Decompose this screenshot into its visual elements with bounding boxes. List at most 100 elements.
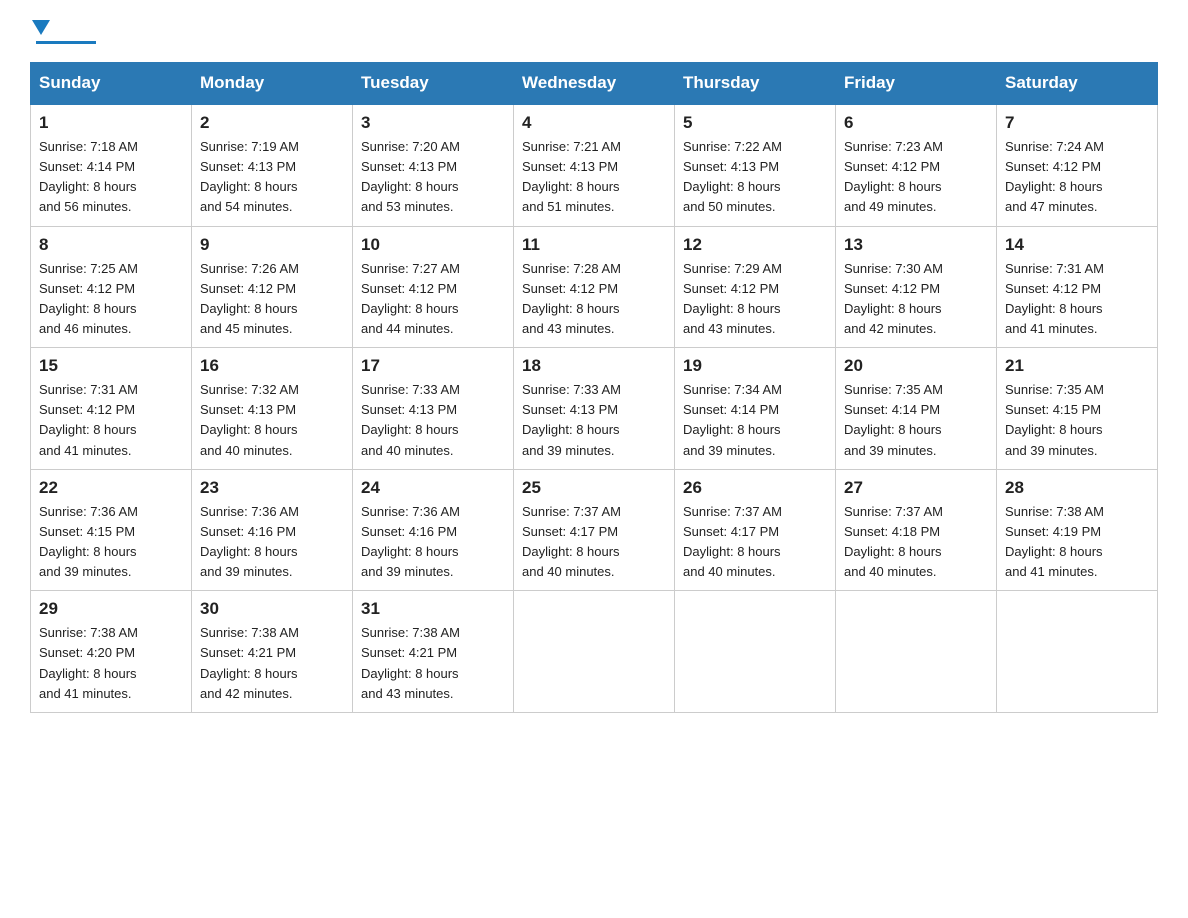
- day-number: 30: [200, 599, 344, 619]
- day-number: 21: [1005, 356, 1149, 376]
- calendar-day: 4 Sunrise: 7:21 AM Sunset: 4:13 PM Dayli…: [514, 104, 675, 226]
- day-number: 20: [844, 356, 988, 376]
- calendar-day: 20 Sunrise: 7:35 AM Sunset: 4:14 PM Dayl…: [836, 348, 997, 470]
- calendar-day: 3 Sunrise: 7:20 AM Sunset: 4:13 PM Dayli…: [353, 104, 514, 226]
- calendar-table: Sunday Monday Tuesday Wednesday Thursday…: [30, 62, 1158, 713]
- calendar-day: 24 Sunrise: 7:36 AM Sunset: 4:16 PM Dayl…: [353, 469, 514, 591]
- sun-info: Sunrise: 7:38 AM Sunset: 4:21 PM Dayligh…: [200, 623, 344, 704]
- calendar-day: 13 Sunrise: 7:30 AM Sunset: 4:12 PM Dayl…: [836, 226, 997, 348]
- logo-triangle-icon: [32, 20, 50, 40]
- day-number: 24: [361, 478, 505, 498]
- sun-info: Sunrise: 7:19 AM Sunset: 4:13 PM Dayligh…: [200, 137, 344, 218]
- day-number: 7: [1005, 113, 1149, 133]
- day-number: 19: [683, 356, 827, 376]
- sun-info: Sunrise: 7:26 AM Sunset: 4:12 PM Dayligh…: [200, 259, 344, 340]
- sun-info: Sunrise: 7:35 AM Sunset: 4:14 PM Dayligh…: [844, 380, 988, 461]
- day-number: 28: [1005, 478, 1149, 498]
- sun-info: Sunrise: 7:22 AM Sunset: 4:13 PM Dayligh…: [683, 137, 827, 218]
- sun-info: Sunrise: 7:36 AM Sunset: 4:16 PM Dayligh…: [361, 502, 505, 583]
- day-number: 13: [844, 235, 988, 255]
- calendar-day: [675, 591, 836, 713]
- calendar-day: 17 Sunrise: 7:33 AM Sunset: 4:13 PM Dayl…: [353, 348, 514, 470]
- calendar-day: 6 Sunrise: 7:23 AM Sunset: 4:12 PM Dayli…: [836, 104, 997, 226]
- col-saturday: Saturday: [997, 63, 1158, 105]
- col-thursday: Thursday: [675, 63, 836, 105]
- day-number: 17: [361, 356, 505, 376]
- calendar-day: 18 Sunrise: 7:33 AM Sunset: 4:13 PM Dayl…: [514, 348, 675, 470]
- calendar-day: 2 Sunrise: 7:19 AM Sunset: 4:13 PM Dayli…: [192, 104, 353, 226]
- sun-info: Sunrise: 7:37 AM Sunset: 4:17 PM Dayligh…: [683, 502, 827, 583]
- calendar-week-3: 15 Sunrise: 7:31 AM Sunset: 4:12 PM Dayl…: [31, 348, 1158, 470]
- calendar-day: 9 Sunrise: 7:26 AM Sunset: 4:12 PM Dayli…: [192, 226, 353, 348]
- sun-info: Sunrise: 7:23 AM Sunset: 4:12 PM Dayligh…: [844, 137, 988, 218]
- calendar-day: 11 Sunrise: 7:28 AM Sunset: 4:12 PM Dayl…: [514, 226, 675, 348]
- day-number: 27: [844, 478, 988, 498]
- sun-info: Sunrise: 7:28 AM Sunset: 4:12 PM Dayligh…: [522, 259, 666, 340]
- sun-info: Sunrise: 7:24 AM Sunset: 4:12 PM Dayligh…: [1005, 137, 1149, 218]
- calendar-day: 19 Sunrise: 7:34 AM Sunset: 4:14 PM Dayl…: [675, 348, 836, 470]
- sun-info: Sunrise: 7:37 AM Sunset: 4:17 PM Dayligh…: [522, 502, 666, 583]
- calendar-day: 30 Sunrise: 7:38 AM Sunset: 4:21 PM Dayl…: [192, 591, 353, 713]
- calendar-week-4: 22 Sunrise: 7:36 AM Sunset: 4:15 PM Dayl…: [31, 469, 1158, 591]
- day-number: 3: [361, 113, 505, 133]
- day-number: 1: [39, 113, 183, 133]
- day-number: 8: [39, 235, 183, 255]
- calendar-day: 29 Sunrise: 7:38 AM Sunset: 4:20 PM Dayl…: [31, 591, 192, 713]
- day-number: 15: [39, 356, 183, 376]
- sun-info: Sunrise: 7:20 AM Sunset: 4:13 PM Dayligh…: [361, 137, 505, 218]
- sun-info: Sunrise: 7:21 AM Sunset: 4:13 PM Dayligh…: [522, 137, 666, 218]
- calendar-day: 28 Sunrise: 7:38 AM Sunset: 4:19 PM Dayl…: [997, 469, 1158, 591]
- col-wednesday: Wednesday: [514, 63, 675, 105]
- sun-info: Sunrise: 7:38 AM Sunset: 4:19 PM Dayligh…: [1005, 502, 1149, 583]
- calendar-day: 22 Sunrise: 7:36 AM Sunset: 4:15 PM Dayl…: [31, 469, 192, 591]
- calendar-day: 16 Sunrise: 7:32 AM Sunset: 4:13 PM Dayl…: [192, 348, 353, 470]
- sun-info: Sunrise: 7:32 AM Sunset: 4:13 PM Dayligh…: [200, 380, 344, 461]
- sun-info: Sunrise: 7:33 AM Sunset: 4:13 PM Dayligh…: [361, 380, 505, 461]
- sun-info: Sunrise: 7:18 AM Sunset: 4:14 PM Dayligh…: [39, 137, 183, 218]
- day-number: 5: [683, 113, 827, 133]
- calendar-day: 8 Sunrise: 7:25 AM Sunset: 4:12 PM Dayli…: [31, 226, 192, 348]
- sun-info: Sunrise: 7:36 AM Sunset: 4:16 PM Dayligh…: [200, 502, 344, 583]
- day-number: 2: [200, 113, 344, 133]
- sun-info: Sunrise: 7:27 AM Sunset: 4:12 PM Dayligh…: [361, 259, 505, 340]
- day-number: 6: [844, 113, 988, 133]
- sun-info: Sunrise: 7:31 AM Sunset: 4:12 PM Dayligh…: [1005, 259, 1149, 340]
- day-number: 9: [200, 235, 344, 255]
- calendar-week-2: 8 Sunrise: 7:25 AM Sunset: 4:12 PM Dayli…: [31, 226, 1158, 348]
- sun-info: Sunrise: 7:29 AM Sunset: 4:12 PM Dayligh…: [683, 259, 827, 340]
- calendar-day: 12 Sunrise: 7:29 AM Sunset: 4:12 PM Dayl…: [675, 226, 836, 348]
- calendar-day: 26 Sunrise: 7:37 AM Sunset: 4:17 PM Dayl…: [675, 469, 836, 591]
- calendar-day: 31 Sunrise: 7:38 AM Sunset: 4:21 PM Dayl…: [353, 591, 514, 713]
- calendar-day: [514, 591, 675, 713]
- sun-info: Sunrise: 7:38 AM Sunset: 4:20 PM Dayligh…: [39, 623, 183, 704]
- sun-info: Sunrise: 7:37 AM Sunset: 4:18 PM Dayligh…: [844, 502, 988, 583]
- day-number: 22: [39, 478, 183, 498]
- calendar-day: [997, 591, 1158, 713]
- day-number: 31: [361, 599, 505, 619]
- header-row: Sunday Monday Tuesday Wednesday Thursday…: [31, 63, 1158, 105]
- day-number: 10: [361, 235, 505, 255]
- calendar-day: 27 Sunrise: 7:37 AM Sunset: 4:18 PM Dayl…: [836, 469, 997, 591]
- sun-info: Sunrise: 7:31 AM Sunset: 4:12 PM Dayligh…: [39, 380, 183, 461]
- col-monday: Monday: [192, 63, 353, 105]
- calendar-day: 21 Sunrise: 7:35 AM Sunset: 4:15 PM Dayl…: [997, 348, 1158, 470]
- logo: [30, 20, 96, 44]
- day-number: 4: [522, 113, 666, 133]
- col-friday: Friday: [836, 63, 997, 105]
- sun-info: Sunrise: 7:36 AM Sunset: 4:15 PM Dayligh…: [39, 502, 183, 583]
- day-number: 16: [200, 356, 344, 376]
- calendar-week-5: 29 Sunrise: 7:38 AM Sunset: 4:20 PM Dayl…: [31, 591, 1158, 713]
- day-number: 29: [39, 599, 183, 619]
- day-number: 11: [522, 235, 666, 255]
- day-number: 26: [683, 478, 827, 498]
- calendar-day: 14 Sunrise: 7:31 AM Sunset: 4:12 PM Dayl…: [997, 226, 1158, 348]
- sun-info: Sunrise: 7:35 AM Sunset: 4:15 PM Dayligh…: [1005, 380, 1149, 461]
- sun-info: Sunrise: 7:38 AM Sunset: 4:21 PM Dayligh…: [361, 623, 505, 704]
- calendar-day: 15 Sunrise: 7:31 AM Sunset: 4:12 PM Dayl…: [31, 348, 192, 470]
- calendar-day: 1 Sunrise: 7:18 AM Sunset: 4:14 PM Dayli…: [31, 104, 192, 226]
- calendar-day: 10 Sunrise: 7:27 AM Sunset: 4:12 PM Dayl…: [353, 226, 514, 348]
- sun-info: Sunrise: 7:34 AM Sunset: 4:14 PM Dayligh…: [683, 380, 827, 461]
- calendar-day: 23 Sunrise: 7:36 AM Sunset: 4:16 PM Dayl…: [192, 469, 353, 591]
- col-tuesday: Tuesday: [353, 63, 514, 105]
- col-sunday: Sunday: [31, 63, 192, 105]
